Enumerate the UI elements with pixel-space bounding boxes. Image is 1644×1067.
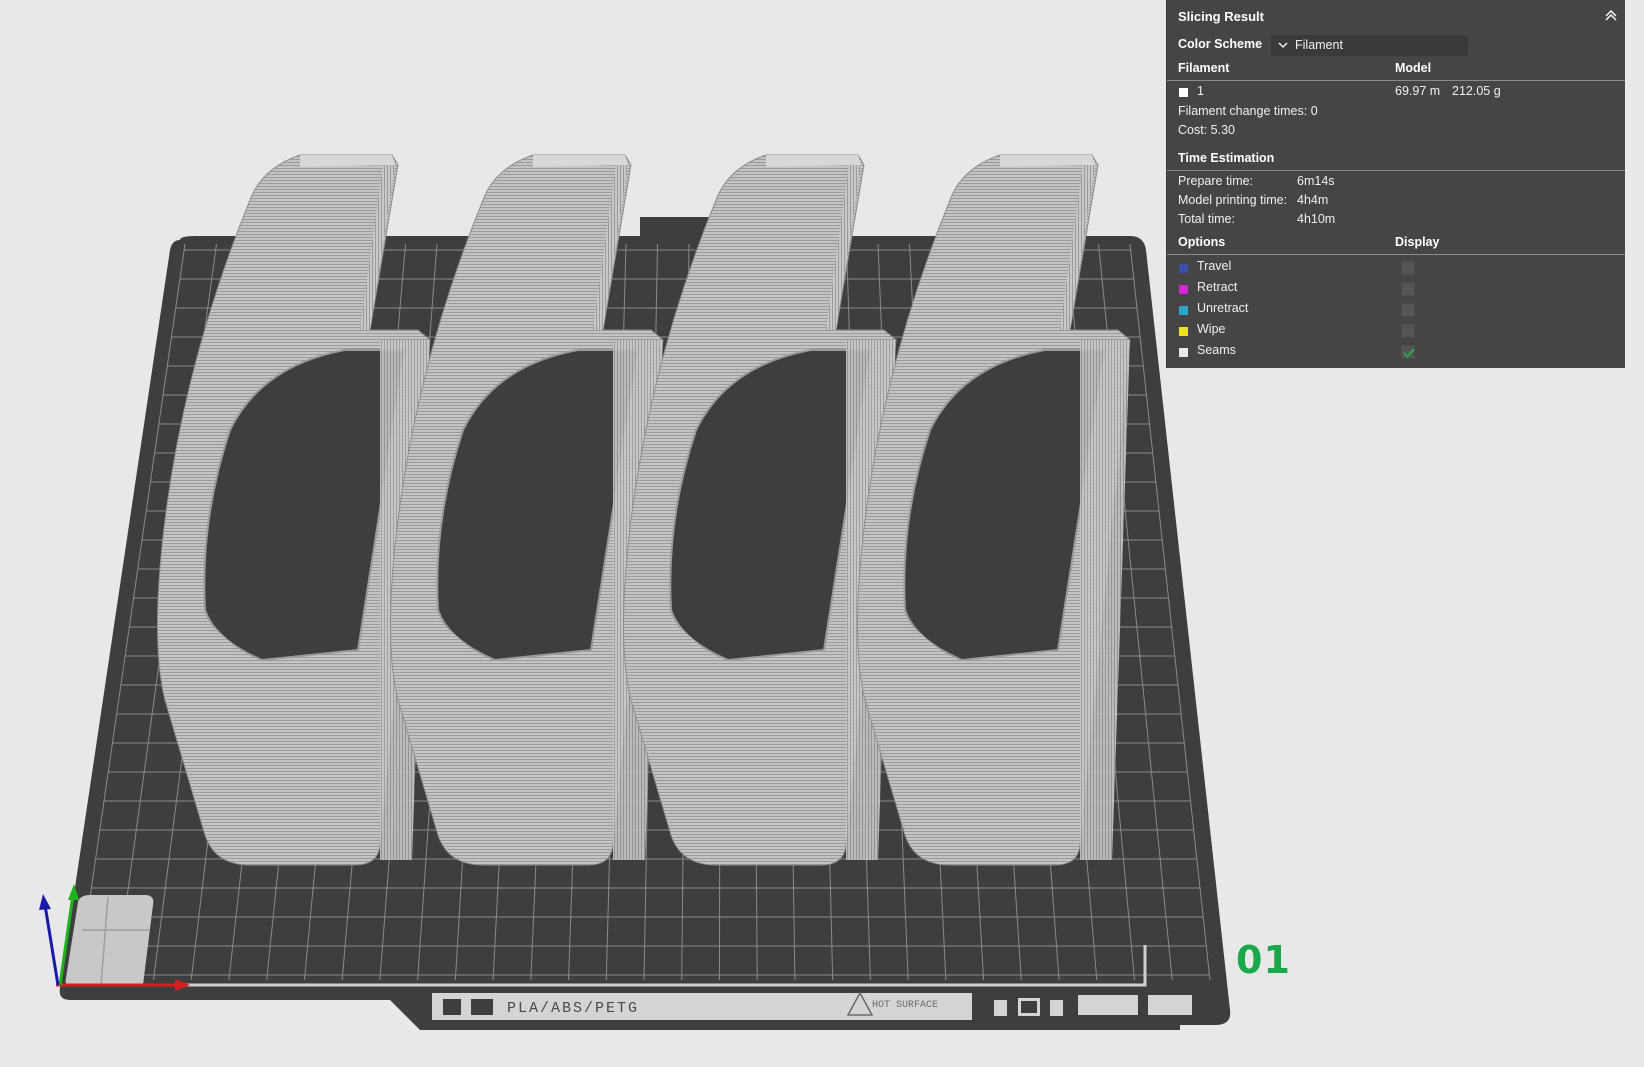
plate-warning-text: HOT SURFACE xyxy=(872,1000,938,1011)
display-checkbox-travel[interactable] xyxy=(1401,261,1415,275)
display-checkbox-unretract[interactable] xyxy=(1401,303,1415,317)
color-scheme-value: Filament xyxy=(1295,38,1343,52)
option-color-swatch xyxy=(1179,306,1188,315)
filament-index: 1 xyxy=(1197,84,1204,98)
z-axis-icon xyxy=(43,904,60,986)
chevron-down-icon xyxy=(1278,42,1288,48)
plate-corner-tile xyxy=(65,895,154,985)
model-printing-time-value: 4h4m xyxy=(1297,193,1329,207)
panel-title: Slicing Result xyxy=(1178,9,1264,24)
option-color-swatch xyxy=(1179,285,1188,294)
option-label: Unretract xyxy=(1197,301,1249,315)
option-label: Travel xyxy=(1197,259,1232,273)
chevron-up-icon xyxy=(1605,10,1617,21)
option-color-swatch xyxy=(1179,264,1188,273)
model-printing-time-label: Model printing time: xyxy=(1178,193,1288,207)
total-time-value: 4h10m xyxy=(1297,212,1336,226)
option-label: Seams xyxy=(1197,343,1236,357)
divider xyxy=(1167,254,1625,255)
filament-length: 69.97 m xyxy=(1395,84,1441,98)
plate-number: 01 xyxy=(1236,938,1291,982)
prepare-time-value: 6m14s xyxy=(1297,174,1335,188)
option-color-swatch xyxy=(1179,348,1188,357)
display-checkbox-wipe[interactable] xyxy=(1401,324,1415,338)
time-estimation-header: Time Estimation xyxy=(1178,151,1275,165)
option-label: Retract xyxy=(1197,280,1238,294)
total-time-label: Total time: xyxy=(1178,212,1235,226)
divider xyxy=(1167,80,1625,81)
plate-material-text: PLA/ABS/PETG xyxy=(507,1000,639,1017)
collapse-button[interactable] xyxy=(1603,7,1619,23)
filament-color-swatch xyxy=(1179,88,1188,97)
cost-text: Cost: 5.30 xyxy=(1178,123,1235,137)
option-color-swatch xyxy=(1179,327,1188,336)
color-scheme-label: Color Scheme xyxy=(1178,37,1263,51)
display-checkbox-seams[interactable] xyxy=(1401,345,1415,359)
slicing-result-panel: Slicing Result Color Scheme Filament Fil… xyxy=(1166,0,1625,368)
display-header: Display xyxy=(1395,235,1440,249)
model-header: Model xyxy=(1395,61,1432,75)
options-header: Options xyxy=(1178,235,1226,249)
filament-change-times: Filament change times: 0 xyxy=(1178,104,1318,118)
divider xyxy=(1167,170,1625,171)
color-scheme-select[interactable]: Filament xyxy=(1271,35,1468,56)
filament-header: Filament xyxy=(1178,61,1230,75)
checkmark-icon xyxy=(1403,348,1415,358)
prepare-time-label: Prepare time: xyxy=(1178,174,1254,188)
filament-weight: 212.05 g xyxy=(1452,84,1501,98)
display-checkbox-retract[interactable] xyxy=(1401,282,1415,296)
option-label: Wipe xyxy=(1197,322,1226,336)
